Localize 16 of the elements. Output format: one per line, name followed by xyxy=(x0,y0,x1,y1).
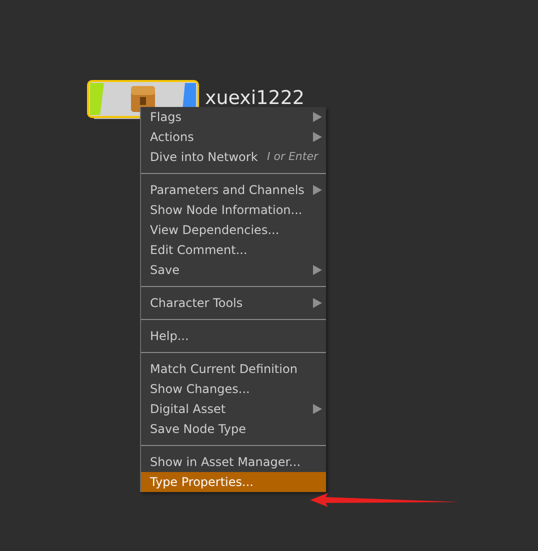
menu-item[interactable]: Show Node Information... xyxy=(141,200,326,220)
menu-item[interactable]: Match Current Definition xyxy=(141,359,326,379)
menu-item[interactable]: Save Node Type xyxy=(141,419,326,439)
menu-item[interactable]: Save xyxy=(141,260,326,280)
menu-item[interactable]: Show Changes... xyxy=(141,379,326,399)
menu-item[interactable]: Show in Asset Manager... xyxy=(141,452,326,472)
menu-item[interactable]: Type Properties... xyxy=(141,472,326,492)
shortcut-hint: I or Enter xyxy=(266,148,318,165)
menu-item[interactable]: Help... xyxy=(141,326,326,346)
menu-item[interactable]: Character Tools xyxy=(141,293,326,313)
menu-item[interactable]: View Dependencies... xyxy=(141,220,326,240)
menu-item[interactable]: Digital Asset xyxy=(141,399,326,419)
menu-item[interactable]: Actions xyxy=(141,127,326,147)
menu-item[interactable]: Edit Comment... xyxy=(141,240,326,260)
menu-item[interactable]: Dive into Network I or Enter xyxy=(141,147,326,167)
menu-item[interactable]: Parameters and Channels xyxy=(141,180,326,200)
